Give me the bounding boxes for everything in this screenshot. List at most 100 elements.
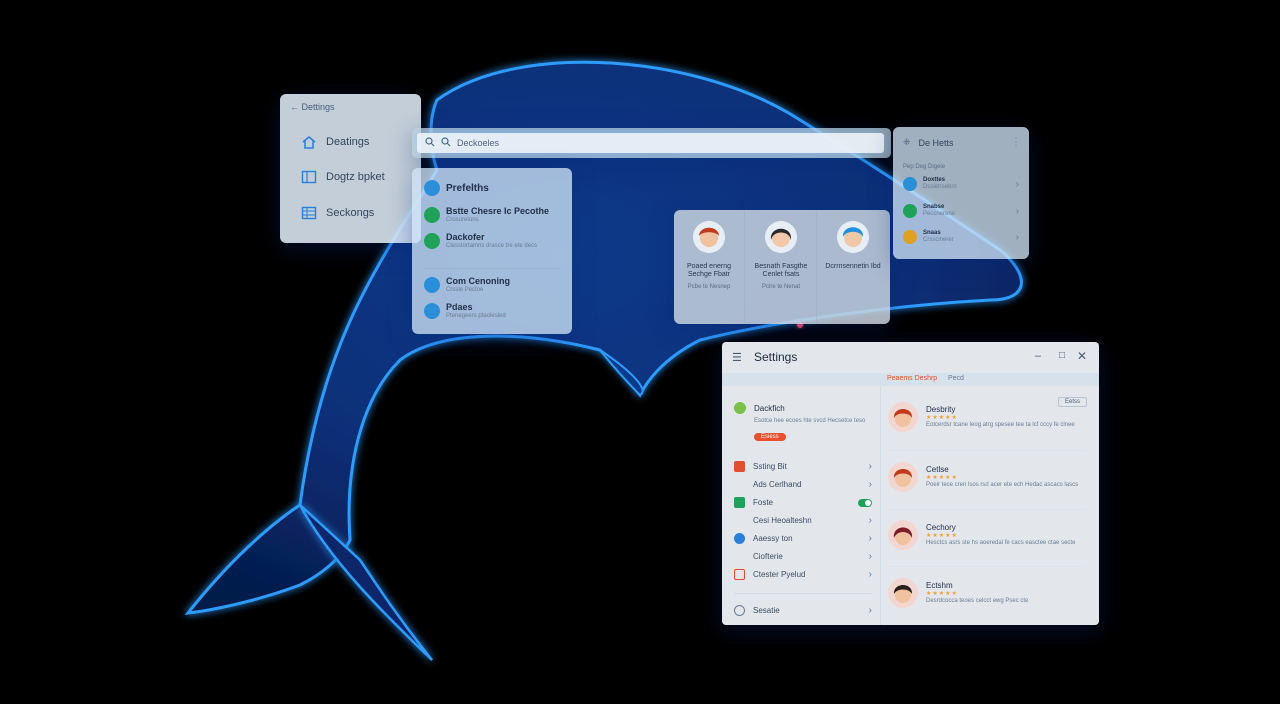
- search-value: Deckoeles: [457, 138, 500, 148]
- nav-back-link[interactable]: ← Dettings: [290, 102, 335, 112]
- list-item[interactable]: Snaas Crsscinerer ›: [903, 230, 1019, 244]
- right-panel-header: ⁜ De Hetts ⋮: [903, 137, 1021, 148]
- contact-card[interactable]: Dcrrnsennetin Ibd: [818, 210, 888, 324]
- avatar: [888, 520, 918, 550]
- chevron-right-icon: ›: [1015, 178, 1019, 190]
- settings-icon: ⁜: [903, 137, 911, 147]
- menu-item[interactable]: Ciofterie ›: [734, 551, 872, 562]
- profile-button[interactable]: Esiess: [754, 433, 786, 441]
- list-item-title: Bstte Chesre Ic Pecothe: [446, 206, 550, 216]
- list-item-title: Dackofer: [446, 232, 485, 242]
- list-item-sub: Dssletrsebrn: [923, 184, 957, 190]
- divider: [888, 450, 1087, 451]
- list-item-sub: Crsscinerer: [923, 237, 954, 243]
- right-panel: ⁜ De Hetts ⋮ Pep Deg Digeie Doxttes Dssl…: [893, 127, 1029, 259]
- chevron-right-icon: ›: [868, 515, 872, 526]
- review-name: Ectshm: [926, 581, 953, 590]
- menu-item[interactable]: Ctester Pyelud ›: [734, 569, 872, 580]
- avatar: [693, 221, 725, 253]
- menu-icon[interactable]: ☰: [732, 351, 742, 364]
- menu-item-label: Cesi Heoalteshn: [753, 516, 812, 525]
- tab-bar: Peaems Deshrp Pecd: [722, 373, 1099, 386]
- list-panel: Prefelths Bstte Chesre Ic Pecothe Crosur…: [412, 168, 572, 334]
- contacts-panel: Poaed enerng Sechge Fbatr Pcbe te Nesnep…: [674, 210, 890, 324]
- list-item[interactable]: Doxttes Dssletrsebrn ›: [903, 177, 1019, 191]
- toggle-switch[interactable]: [858, 498, 872, 507]
- tab-active[interactable]: Peaems Deshrp: [887, 375, 937, 382]
- app-icon: [424, 303, 440, 319]
- minimize-icon[interactable]: –: [1035, 350, 1041, 362]
- chevron-right-icon: ›: [1015, 231, 1019, 243]
- maximize-icon[interactable]: □: [1059, 350, 1065, 361]
- window-title: Settings: [754, 350, 798, 364]
- review-item[interactable]: Cechory ★★★★★ Hesctcs asrs ste hs aoered…: [888, 520, 1087, 550]
- contact-card[interactable]: Poaed enerng Sechge Fbatr Pcbe te Nesnep: [674, 210, 745, 324]
- menu-item[interactable]: Sesatie ›: [734, 605, 872, 616]
- menu-item[interactable]: Cesi Heoalteshn ›: [734, 515, 872, 526]
- app-icon: [903, 230, 917, 244]
- rating-stars: ★★★★★: [926, 533, 958, 539]
- chevron-right-icon: ›: [868, 461, 872, 472]
- review-item[interactable]: Ectshm ★★★★★ Desrdcocca teoes celcct ewg…: [888, 578, 1087, 608]
- search-bar[interactable]: Deckoeles: [412, 128, 891, 158]
- close-icon[interactable]: ✕: [1077, 349, 1087, 363]
- app-icon: [903, 204, 917, 218]
- nav-panel: ← Dettings Deatings Dogtz bpket Seckongs: [280, 94, 421, 243]
- menu-item-label: Ssting Bit: [753, 462, 787, 471]
- divider: [424, 268, 560, 269]
- more-icon[interactable]: ⋮: [1011, 137, 1021, 148]
- divider: [888, 509, 1087, 510]
- review-name: Desbrity: [926, 405, 956, 414]
- profile-card: Dackfich Esotce hee ecoes hte svcd Hecse…: [734, 402, 872, 443]
- avatar: [837, 221, 869, 253]
- tab-inactive[interactable]: Pecd: [948, 375, 964, 382]
- chevron-right-icon: ›: [868, 551, 872, 562]
- contact-sub: Pclre te Nenat: [761, 284, 801, 290]
- rating-stars: ★★★★★: [926, 591, 958, 597]
- list-item-title: Com Cenoning: [446, 276, 510, 286]
- chevron-right-icon: ›: [868, 533, 872, 544]
- search-icon: [425, 137, 435, 149]
- divider: [734, 593, 872, 594]
- app-icon: [424, 233, 440, 249]
- review-item[interactable]: Desbrity ★★★★★ Eotcerdsr tcane leog atrg…: [888, 402, 1087, 432]
- menu-item[interactable]: Foste: [734, 497, 872, 508]
- list-item-sub: Clesstortamns drasce tre ete decs: [446, 243, 538, 249]
- nav-item-seckongs[interactable]: Seckongs: [300, 205, 374, 221]
- menu-item-label: Aaessy ton: [753, 534, 793, 543]
- nav-item-deatings[interactable]: Deatings: [300, 134, 369, 150]
- search-input[interactable]: Deckoeles: [417, 133, 884, 153]
- nav-item-dogtz[interactable]: Dogtz bpket: [300, 169, 385, 185]
- review-text: Eotcerdsr tcane leog atrg spesee tee ta …: [926, 422, 1075, 428]
- shield-icon: [734, 533, 745, 544]
- contact-name: Besnath Fasgthe Cenlet fsats: [754, 263, 808, 278]
- divider: [888, 566, 1087, 567]
- menu-item-label: Ciofterie: [753, 552, 783, 561]
- list-item[interactable]: Prefelths: [424, 180, 566, 196]
- list-item[interactable]: Com Cenoning Crssle Pectne: [424, 276, 566, 294]
- right-panel-subtitle: Pep Deg Digeie: [903, 164, 946, 170]
- avatar: [888, 402, 918, 432]
- grid-icon: [300, 205, 318, 221]
- list-item[interactable]: Bstte Chesre Ic Pecothe Crosuretons: [424, 206, 566, 224]
- avatar: [888, 462, 918, 492]
- list-item[interactable]: Dackofer Clesstortamns drasce tre ete de…: [424, 232, 566, 250]
- profile-title: Dackfich: [754, 403, 785, 413]
- dolphin-tail: [298, 504, 433, 661]
- chevron-right-icon: ›: [1015, 205, 1019, 217]
- list-item-sub: Ptenegeers ptaolesled: [446, 313, 506, 319]
- menu-item-label: Foste: [753, 498, 774, 507]
- list-item-sub: Crosuretons: [446, 217, 479, 223]
- menu-item[interactable]: Ssting Bit ›: [734, 461, 872, 472]
- list-icon: [734, 461, 745, 472]
- review-name: Cechory: [926, 523, 956, 532]
- list-item[interactable]: Snabse Peccnerene ›: [903, 204, 1019, 218]
- menu-item[interactable]: Aaessy ton ›: [734, 533, 872, 544]
- list-item[interactable]: Pdaes Ptenegeers ptaolesled: [424, 302, 566, 320]
- avatar: [888, 578, 918, 608]
- menu-item[interactable]: Ads Cerlhand ›: [734, 479, 872, 490]
- review-item[interactable]: Cetlse ★★★★★ Poeir tece cren lsos rsd ac…: [888, 462, 1087, 492]
- app-icon: [424, 207, 440, 223]
- nav-header-label: Dettings: [301, 102, 335, 112]
- contact-card[interactable]: Besnath Fasgthe Cenlet fsats Pclre te Ne…: [746, 210, 817, 324]
